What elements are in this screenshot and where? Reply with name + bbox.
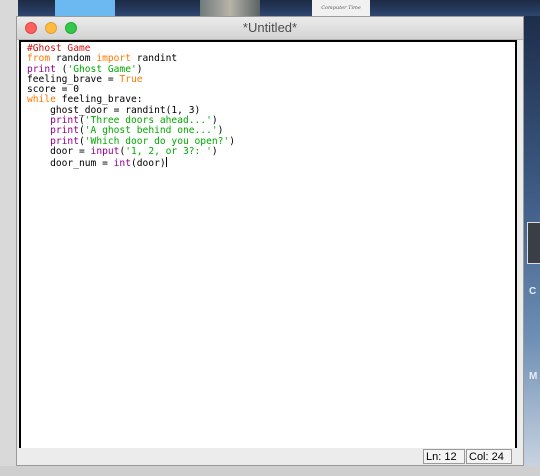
column-number-indicator: Col: 24 [466,449,512,464]
code-token: True [119,73,143,85]
code-text-area[interactable]: #Ghost Game from random import randint pri… [21,42,515,170]
desktop-thumbnail-blue [55,0,115,16]
code-token: int [113,158,131,170]
title-bar[interactable]: *Untitled* [17,17,523,40]
desktop-thumbnail-photo [200,0,260,16]
desktop-right-label-c: C [529,286,537,297]
editor-window: *Untitled* #Ghost Game from random import… [16,16,524,466]
zoom-window-button[interactable] [65,22,77,34]
code-editor[interactable]: #Ghost Game from random import randint pri… [19,40,517,450]
desktop-right-label-m: M [529,371,538,382]
code-line: door_num = int(door) [27,157,515,170]
code-token: ) [211,145,218,157]
code-token: ) [229,135,235,147]
line-number-indicator: Ln: 12 [423,449,465,464]
close-window-button[interactable] [25,22,37,34]
status-bar: Ln: 12 Col: 24 [17,448,523,465]
code-line: door = input('1, 2, or 3?: ') [27,145,515,157]
code-token: input [90,145,120,157]
desktop-right-thumbnail [527,222,540,264]
code-token: door = [27,145,91,157]
code-token: '1, 2, or 3?: ' [125,145,212,157]
minimize-window-button[interactable] [45,22,57,34]
code-token: door_num = [27,158,114,170]
desktop-bottom-strip [0,466,540,476]
code-token: (door) [130,158,166,170]
text-cursor [165,157,167,168]
code-line: feeling_brave = True [27,73,515,85]
desktop-thumbnail-document: Computer Time [312,0,370,16]
window-title: *Untitled* [242,20,298,35]
